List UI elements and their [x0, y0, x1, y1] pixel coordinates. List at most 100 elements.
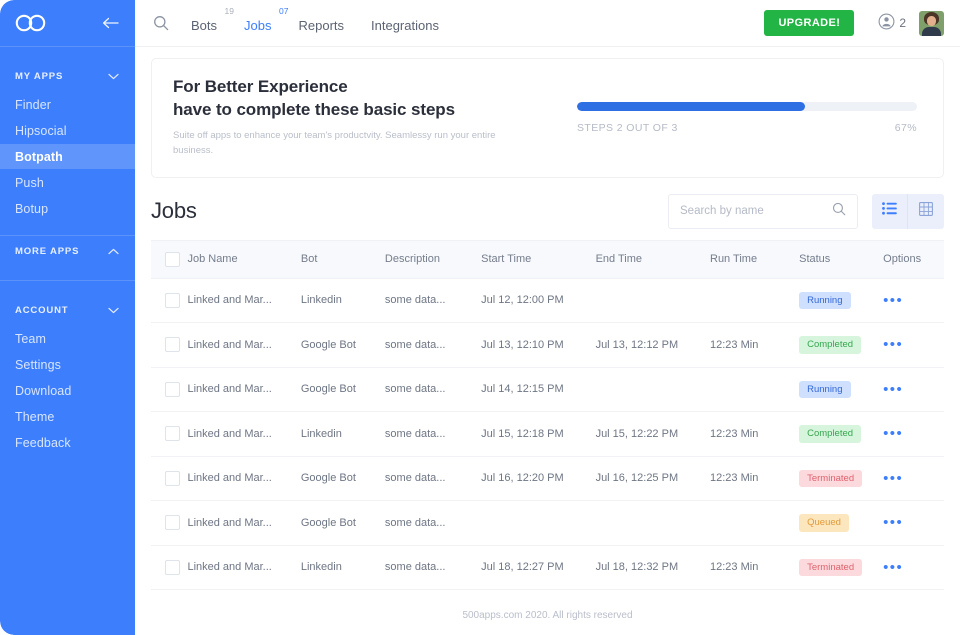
cell-status: Completed — [799, 412, 883, 457]
nav-badge-bots: 19 — [225, 6, 234, 16]
column-header-end-time[interactable]: End Time — [596, 240, 710, 278]
sidebar-item-download[interactable]: Download — [0, 378, 135, 403]
more-options-icon[interactable]: ••• — [883, 292, 903, 309]
nav-item-integrations[interactable]: Integrations — [371, 14, 439, 33]
search-input[interactable] — [680, 205, 832, 217]
row-checkbox[interactable] — [165, 471, 180, 486]
row-checkbox[interactable] — [165, 560, 180, 575]
more-options-icon[interactable]: ••• — [883, 381, 903, 398]
column-header-bot[interactable]: Bot — [301, 240, 385, 278]
cell-end-time: Jul 18, 12:32 PM — [596, 545, 710, 590]
more-options-icon[interactable]: ••• — [883, 425, 903, 442]
avatar[interactable] — [919, 11, 944, 36]
more-options-icon[interactable]: ••• — [883, 514, 903, 531]
column-header-run-time[interactable]: Run Time — [710, 240, 799, 278]
cell-end-time: Jul 15, 12:22 PM — [596, 412, 710, 457]
sidebar-item-settings[interactable]: Settings — [0, 352, 135, 377]
sidebar-item-finder[interactable]: Finder — [0, 92, 135, 117]
sidebar-item-team[interactable]: Team — [0, 326, 135, 351]
row-select-cell — [151, 278, 187, 323]
cell-run-time: 12:23 Min — [710, 545, 799, 590]
list-view-button[interactable] — [872, 194, 908, 229]
search-box[interactable] — [668, 194, 858, 229]
user-circle-icon — [878, 13, 895, 33]
cell-end-time: Jul 13, 12:12 PM — [596, 323, 710, 368]
row-checkbox[interactable] — [165, 382, 180, 397]
user-count[interactable]: 2 — [874, 13, 906, 33]
nav-label: Integrations — [371, 18, 439, 33]
cell-options: ••• — [883, 545, 944, 590]
column-header-description[interactable]: Description — [385, 240, 481, 278]
more-options-icon[interactable]: ••• — [883, 336, 903, 353]
nav-item-bots[interactable]: Bots 19 — [191, 14, 217, 33]
table-row[interactable]: Linked and Mar...Google Botsome data...J… — [151, 323, 944, 368]
row-checkbox[interactable] — [165, 293, 180, 308]
table-row[interactable]: Linked and Mar...Google Botsome data...J… — [151, 367, 944, 412]
sidebar-item-botup[interactable]: Botup — [0, 196, 135, 221]
row-select-cell — [151, 456, 187, 501]
avatar-face — [927, 16, 936, 26]
sidebar-section-account[interactable]: ACCOUNT — [0, 295, 135, 325]
sidebar-item-feedback[interactable]: Feedback — [0, 430, 135, 455]
cell-description: some data... — [385, 412, 481, 457]
cell-options: ••• — [883, 278, 944, 323]
row-checkbox[interactable] — [165, 426, 180, 441]
table-row[interactable]: Linked and Mar...Linkedinsome data...Jul… — [151, 545, 944, 590]
avatar-body — [922, 27, 941, 36]
select-all-checkbox[interactable] — [165, 252, 180, 267]
row-checkbox[interactable] — [165, 515, 180, 530]
sidebar-section-label: MORE APPS — [15, 246, 79, 257]
table-row[interactable]: Linked and Mar...Google Botsome data...Q… — [151, 501, 944, 546]
sidebar-item-push[interactable]: Push — [0, 170, 135, 195]
sidebar-item-label: Botup — [15, 202, 48, 216]
upgrade-button[interactable]: UPGRADE! — [764, 10, 854, 36]
search-icon[interactable] — [149, 15, 173, 31]
cell-job-name: Linked and Mar... — [187, 545, 300, 590]
more-options-icon[interactable]: ••• — [883, 470, 903, 487]
cell-start-time: Jul 15, 12:18 PM — [481, 412, 595, 457]
cell-job-name: Linked and Mar... — [187, 412, 300, 457]
cell-bot: Linkedin — [301, 412, 385, 457]
sidebar-item-label: Download — [15, 384, 71, 398]
cell-run-time — [710, 501, 799, 546]
status-badge: Queued — [799, 514, 849, 532]
table-body: Linked and Mar...Linkedinsome data...Jul… — [151, 278, 944, 590]
status-badge: Running — [799, 381, 850, 399]
grid-view-button[interactable] — [908, 194, 944, 229]
cell-run-time — [710, 278, 799, 323]
sidebar-section-label: ACCOUNT — [15, 305, 68, 316]
cell-status: Terminated — [799, 545, 883, 590]
sidebar-item-label: Feedback — [15, 436, 71, 450]
more-options-icon[interactable]: ••• — [883, 559, 903, 576]
sidebar-item-theme[interactable]: Theme — [0, 404, 135, 429]
sidebar-item-hipsocial[interactable]: Hipsocial — [0, 118, 135, 143]
cell-job-name: Linked and Mar... — [187, 501, 300, 546]
infinity-logo-icon[interactable] — [14, 14, 48, 32]
row-select-cell — [151, 412, 187, 457]
sidebar-item-label: Botpath — [15, 150, 63, 164]
nav-label: Jobs — [244, 18, 271, 33]
chevron-down-icon — [108, 307, 119, 314]
main-area: Bots 19 Jobs 07 Reports Integrations UPG… — [135, 0, 960, 635]
cell-run-time: 12:23 Min — [710, 323, 799, 368]
cell-status: Completed — [799, 323, 883, 368]
column-header-status[interactable]: Status — [799, 240, 883, 278]
sidebar-item-botpath[interactable]: Botpath — [0, 144, 135, 169]
nav-item-reports[interactable]: Reports — [298, 14, 344, 33]
back-arrow-icon[interactable] — [102, 17, 119, 29]
progress-bar-track — [577, 102, 917, 111]
column-header-job-name[interactable]: Job Name — [187, 240, 300, 278]
column-header-start-time[interactable]: Start Time — [481, 240, 595, 278]
sidebar-section-my-apps[interactable]: MY APPS — [0, 61, 135, 91]
table-row[interactable]: Linked and Mar...Linkedinsome data...Jul… — [151, 278, 944, 323]
sidebar-section-more-apps[interactable]: MORE APPS — [0, 236, 135, 266]
table-row[interactable]: Linked and Mar...Linkedinsome data...Jul… — [151, 412, 944, 457]
nav-label: Bots — [191, 18, 217, 33]
row-checkbox[interactable] — [165, 337, 180, 352]
nav-item-jobs[interactable]: Jobs 07 — [244, 14, 271, 33]
cell-job-name: Linked and Mar... — [187, 367, 300, 412]
table-row[interactable]: Linked and Mar...Google Botsome data...J… — [151, 456, 944, 501]
search-icon[interactable] — [832, 202, 846, 221]
view-toggle — [872, 194, 944, 229]
chevron-up-icon — [108, 248, 119, 255]
